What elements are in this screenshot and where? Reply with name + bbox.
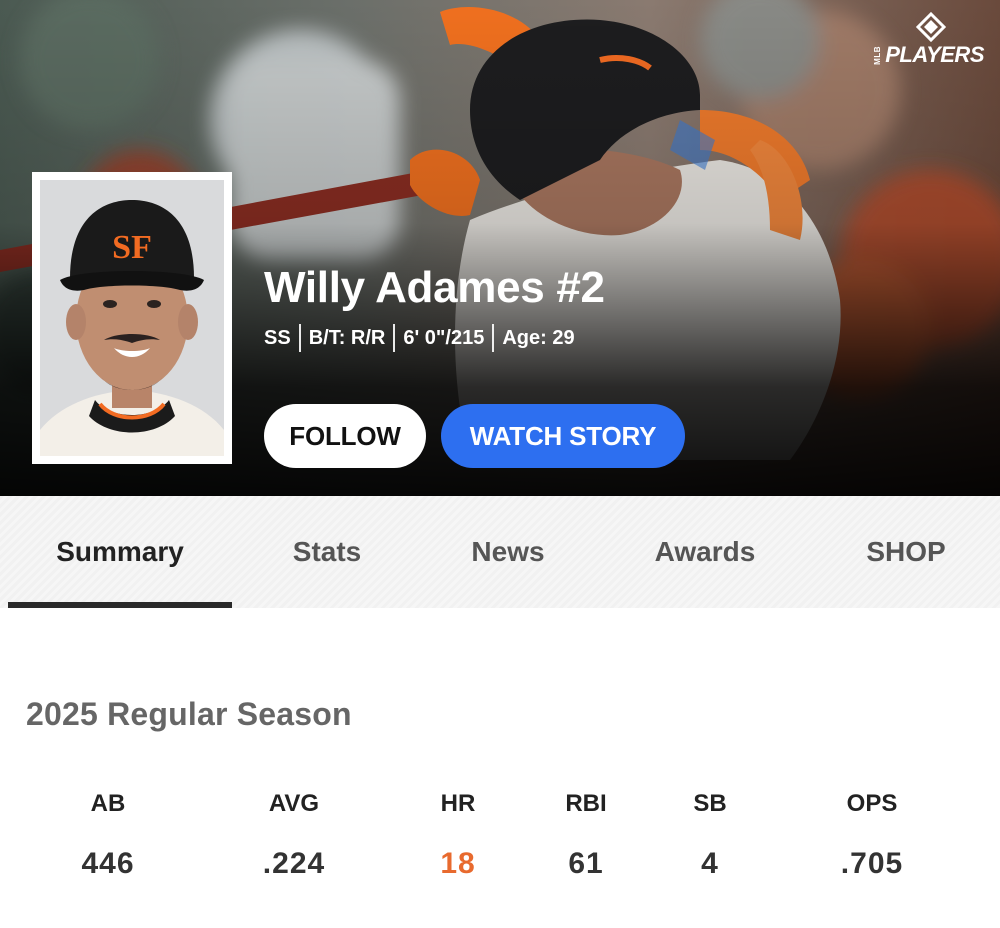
follow-button[interactable]: FOLLOW <box>264 404 426 468</box>
stat-label: AVG <box>268 790 320 817</box>
watch-story-button[interactable]: WATCH STORY <box>441 404 685 468</box>
stat-label: SB <box>693 790 727 817</box>
bio-divider <box>393 324 396 352</box>
bio-divider <box>492 324 495 352</box>
stat-value: .224 <box>262 847 326 880</box>
logo-players-text: PLAYERS <box>885 42 984 67</box>
player-bio-line: SS B/T: R/R 6' 0"/215 Age: 29 <box>264 324 575 352</box>
mlb-players-logo[interactable]: MLB PLAYERS <box>873 12 984 72</box>
player-name: Willy Adames #2 <box>264 263 605 312</box>
tab-stats[interactable]: Stats <box>232 496 422 608</box>
player-tab-bar: Summary Stats News Awards SHOP <box>0 496 1000 608</box>
season-title: 2025 Regular Season <box>26 696 352 732</box>
stat-ops: OPS .705 <box>792 786 952 882</box>
tab-awards[interactable]: Awards <box>594 496 816 608</box>
player-bats-throws: B/T: R/R <box>308 326 386 349</box>
stat-value: .705 <box>840 847 904 880</box>
player-hero: MLB PLAYERS SF Willy Adames #2 SS B/T: R… <box>0 0 1000 496</box>
tab-summary[interactable]: Summary <box>8 496 232 608</box>
logo-mlb-text: MLB <box>873 45 883 65</box>
player-position: SS <box>264 326 291 349</box>
players-diamond-icon <box>916 12 946 42</box>
player-height-weight: 6' 0"/215 <box>403 326 485 349</box>
bio-divider <box>298 324 301 352</box>
player-headshot-image: SF <box>40 180 224 456</box>
stat-value: 4 <box>701 847 719 880</box>
stat-sb: SB 4 <box>630 786 790 882</box>
active-tab-indicator <box>8 602 232 608</box>
player-age: Age: 29 <box>502 326 575 349</box>
giants-sf-logo: SF <box>112 229 152 266</box>
player-headshot: SF <box>32 172 232 464</box>
stat-label: AB <box>90 790 126 817</box>
stat-label: OPS <box>846 790 898 817</box>
tab-shop[interactable]: SHOP <box>816 496 996 608</box>
stat-value: 446 <box>81 847 135 880</box>
stat-avg: AVG .224 <box>214 786 374 882</box>
tab-news[interactable]: News <box>422 496 594 608</box>
stat-ab: AB 446 <box>28 786 188 882</box>
